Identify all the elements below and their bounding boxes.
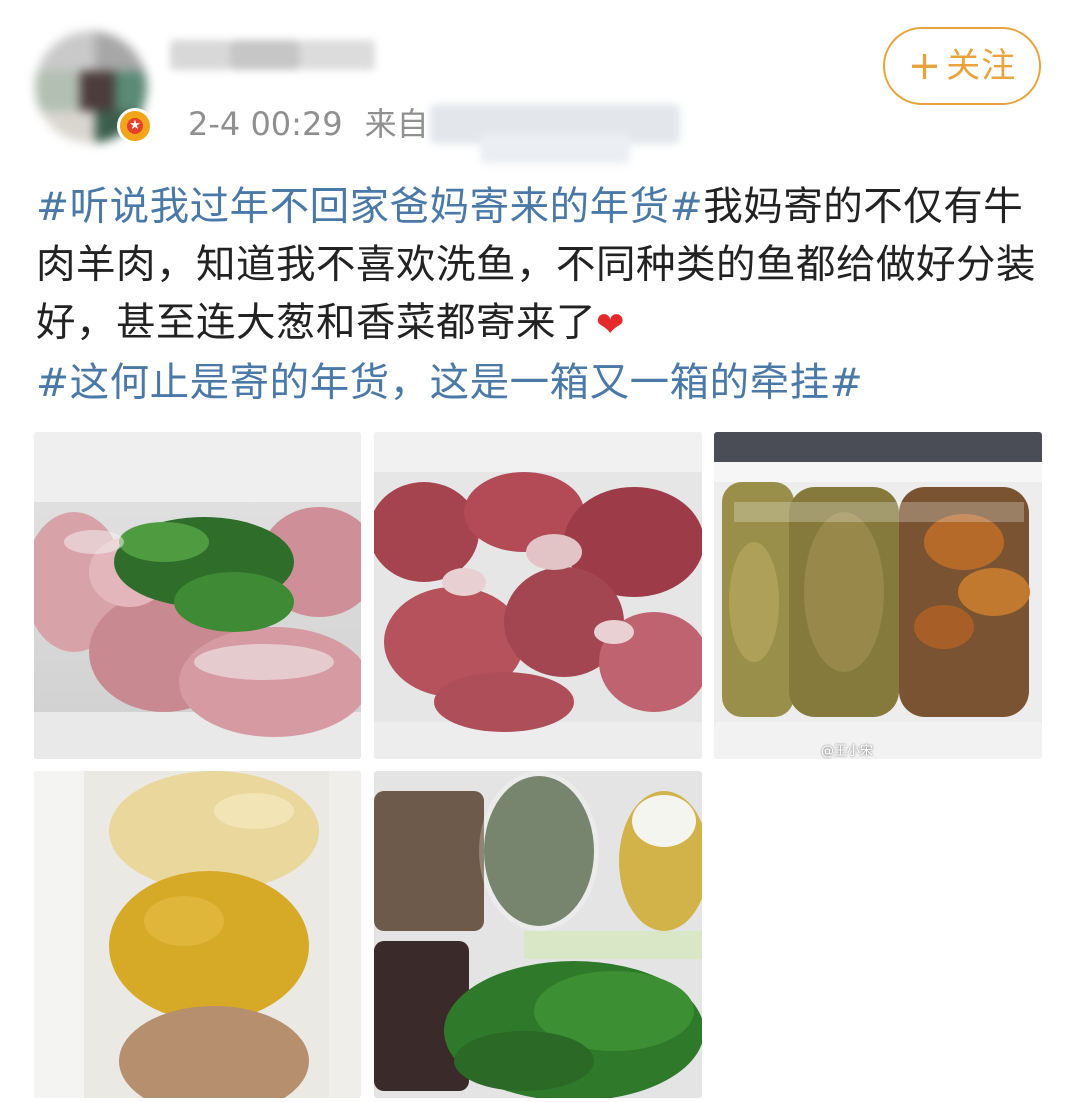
post-paragraph: #听说我过年不回家爸妈寄来的年货#我妈寄的不仅有牛肉羊肉，知道我不喜欢洗鱼，不同… <box>36 178 1046 354</box>
post-timestamp: 2-4 00:29 <box>188 105 343 143</box>
heart-icon: ❤ <box>596 305 625 345</box>
verified-badge-icon: ★ <box>117 108 153 144</box>
post-meta: 2-4 00:29 来自 <box>188 100 429 148</box>
plus-icon: + <box>907 43 943 89</box>
hashtag-link-2[interactable]: #这何止是寄的年货，这是一箱又一箱的牵挂# <box>36 360 863 406</box>
follow-button[interactable]: + 关注 <box>883 27 1041 105</box>
source-redacted[interactable] <box>430 104 680 166</box>
photo-watermark: @王小宋 <box>821 744 874 759</box>
username-redacted[interactable] <box>170 34 375 76</box>
photo-4[interactable] <box>34 771 361 1098</box>
hashtag-link[interactable]: #听说我过年不回家爸妈寄来的年货# <box>36 184 703 230</box>
photo-1[interactable] <box>34 432 361 759</box>
post-paragraph-2: #这何止是寄的年货，这是一箱又一箱的牵挂# <box>36 354 1046 412</box>
photo-3[interactable]: @王小宋 <box>714 432 1042 759</box>
photo-5[interactable] <box>374 771 702 1098</box>
follow-label: 关注 <box>946 46 1017 86</box>
post-text: #听说我过年不回家爸妈寄来的年货#我妈寄的不仅有牛肉羊肉，知道我不喜欢洗鱼，不同… <box>36 178 1046 412</box>
source-prefix: 来自 <box>364 105 429 143</box>
photo-2[interactable] <box>374 432 702 759</box>
